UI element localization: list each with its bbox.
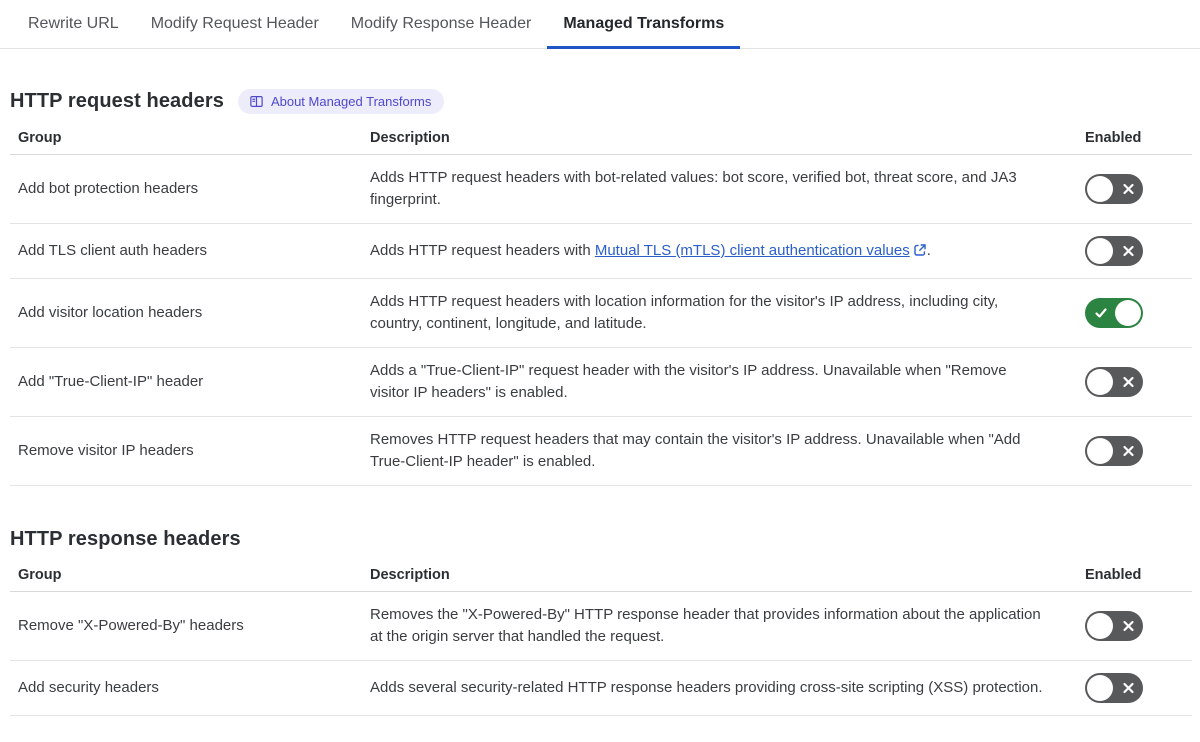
description-text: Removes HTTP request headers that may co… (370, 431, 1021, 470)
enabled-toggle[interactable] (1085, 611, 1143, 641)
description-text: Adds several security-related HTTP respo… (370, 679, 1043, 696)
toggle-knob (1087, 613, 1113, 639)
group-cell: Remove visitor IP headers (10, 416, 362, 486)
enabled-toggle[interactable] (1085, 174, 1143, 204)
toggle-knob (1087, 176, 1113, 202)
group-cell: Add bot protection headers (10, 154, 362, 224)
column-header-enabled: Enabled (1077, 128, 1192, 155)
badge-label: About Managed Transforms (270, 94, 432, 109)
response-headers-section-head: HTTP response headers (10, 528, 1200, 551)
group-cell: Add visitor location headers (10, 278, 362, 348)
cross-icon (1122, 682, 1135, 695)
enabled-toggle[interactable] (1085, 673, 1143, 703)
enabled-cell (1077, 416, 1192, 486)
description-text: Adds HTTP request headers with (370, 242, 595, 259)
description-cell: Adds several security-related HTTP respo… (362, 660, 1077, 716)
group-cell: Remove "X-Powered-By" headers (10, 591, 362, 661)
toggle-knob (1087, 675, 1113, 701)
description-post: . (926, 242, 931, 259)
tab-modify-request-header[interactable]: Modify Request Header (135, 0, 335, 48)
description-text: Adds a "True-Client-IP" request header w… (370, 362, 1007, 401)
table-row: Remove visitor IP headers Removes HTTP r… (10, 416, 1192, 486)
description-text: Removes the "X-Powered-By" HTTP response… (370, 606, 1041, 645)
tab-managed-transforms[interactable]: Managed Transforms (547, 0, 741, 49)
description-link[interactable]: Mutual TLS (mTLS) client authentication … (595, 242, 927, 259)
enabled-cell (1077, 347, 1192, 417)
request-headers-section-head: HTTP request headers About Managed Trans… (10, 89, 1200, 114)
table-row: Add visitor location headers Adds HTTP r… (10, 278, 1192, 348)
description-cell: Adds a "True-Client-IP" request header w… (362, 347, 1077, 417)
group-cell: Add TLS client auth headers (10, 223, 362, 279)
enabled-cell (1077, 660, 1192, 716)
column-header-group: Group (10, 128, 362, 155)
group-cell: Add "True-Client-IP" header (10, 347, 362, 417)
toggle-knob (1087, 369, 1113, 395)
managed-transforms-page: Rewrite URL Modify Request Header Modify… (0, 0, 1200, 742)
description-cell: Adds HTTP request headers with Mutual TL… (362, 223, 1077, 279)
column-header-group: Group (10, 565, 362, 592)
request-headers-title: HTTP request headers (10, 90, 224, 112)
group-cell: Add security headers (10, 660, 362, 716)
cross-icon (1122, 376, 1135, 389)
response-headers-table: Group Description Enabled Remove "X-Powe… (10, 565, 1192, 716)
enabled-cell (1077, 591, 1192, 661)
table-row: Add security headers Adds several securi… (10, 660, 1192, 716)
about-managed-transforms-badge[interactable]: About Managed Transforms (237, 89, 445, 114)
description-link-text: Mutual TLS (mTLS) client authentication … (594, 242, 910, 259)
cross-icon (1122, 620, 1135, 633)
table-row: Add bot protection headers Adds HTTP req… (10, 154, 1192, 224)
enabled-cell (1077, 154, 1192, 224)
description-cell: Removes HTTP request headers that may co… (362, 416, 1077, 486)
enabled-toggle[interactable] (1085, 436, 1143, 466)
description-cell: Adds HTTP request headers with location … (362, 278, 1077, 348)
tab-rewrite-url[interactable]: Rewrite URL (12, 0, 135, 48)
table-row: Add "True-Client-IP" header Adds a "True… (10, 347, 1192, 417)
table-row: Add TLS client auth headers Adds HTTP re… (10, 223, 1192, 279)
toggle-knob (1115, 300, 1141, 326)
column-header-description: Description (362, 128, 1077, 155)
cross-icon (1122, 245, 1135, 258)
external-link-icon (914, 244, 926, 256)
description-cell: Removes the "X-Powered-By" HTTP response… (362, 591, 1077, 661)
column-header-enabled: Enabled (1077, 565, 1192, 592)
toggle-knob (1087, 238, 1113, 264)
book-icon (249, 94, 264, 109)
response-headers-title: HTTP response headers (10, 528, 241, 550)
table-row: Remove "X-Powered-By" headers Removes th… (10, 591, 1192, 661)
check-icon (1094, 306, 1108, 320)
enabled-cell (1077, 278, 1192, 348)
enabled-toggle[interactable] (1085, 367, 1143, 397)
description-cell: Adds HTTP request headers with bot-relat… (362, 154, 1077, 224)
column-header-description: Description (362, 565, 1077, 592)
cross-icon (1122, 445, 1135, 458)
enabled-cell (1077, 223, 1192, 279)
toggle-knob (1087, 438, 1113, 464)
enabled-toggle[interactable] (1085, 298, 1143, 328)
request-headers-table: Group Description Enabled Add bot protec… (10, 128, 1192, 486)
table-header-row: Group Description Enabled (10, 128, 1192, 155)
enabled-toggle[interactable] (1085, 236, 1143, 266)
tab-modify-response-header[interactable]: Modify Response Header (335, 0, 548, 48)
transform-rules-tabbar: Rewrite URL Modify Request Header Modify… (0, 0, 1200, 49)
description-text: Adds HTTP request headers with bot-relat… (370, 169, 1017, 208)
cross-icon (1122, 183, 1135, 196)
table-header-row: Group Description Enabled (10, 565, 1192, 592)
description-text: Adds HTTP request headers with location … (370, 293, 999, 332)
